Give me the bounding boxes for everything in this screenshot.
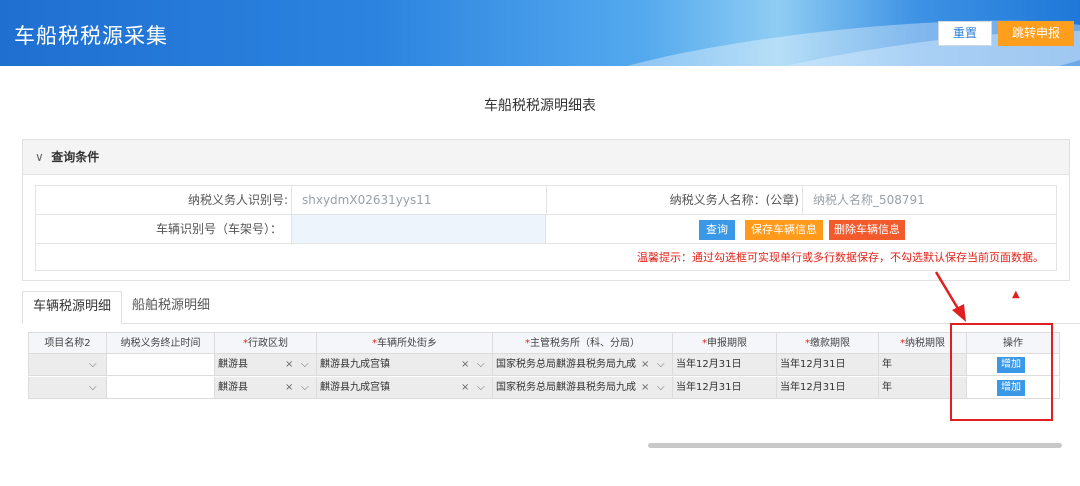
table-row: ⌵ 麒游县 × ⌵ 麒游县九成宫镇 × ⌵ 国家税务总局麒游县税务局九成 × ⌵ 当年12月… [28,377,1060,399]
chevron-down-icon[interactable]: ∨ [35,140,47,175]
chevron-down-icon[interactable]: ⌵ [657,354,665,375]
taxpayer-name-label: 纳税义务人名称：(公章) [669,193,799,207]
clear-icon[interactable]: × [641,354,649,375]
declare-deadline-cell: 当年12月31日 [673,354,777,375]
chevron-down-icon[interactable]: ⌵ [89,354,97,375]
chevron-down-icon[interactable]: ⌵ [89,377,97,398]
tab-vehicle-tax-source[interactable]: 车辆税源明细 [22,291,123,324]
query-row-vin: 车辆识别号（车架号）： 查询 保存车辆信息 删除车辆信息 [35,214,1057,243]
chevron-down-icon[interactable]: ⌵ [657,377,665,398]
end-time-input[interactable] [107,377,215,398]
delete-vehicle-button[interactable]: 删除车辆信息 [829,220,905,240]
header-street: *车辆所处街乡 [317,333,493,354]
horizontal-scrollbar[interactable] [648,443,1062,448]
clear-icon[interactable]: × [461,377,469,398]
region-select[interactable]: 麒游县 × ⌵ [215,354,317,375]
reset-button[interactable]: 重置 [938,21,992,46]
vin-input[interactable] [291,215,546,243]
query-panel-title: 查询条件 [51,150,100,164]
tabs-bar: 车辆税源明细 船舶税源明细 [22,291,1080,324]
table-row: ⌵ 麒游县 × ⌵ 麒游县九成宫镇 × ⌵ 国家税务总局麒游县税务局九成 × ⌵ 当年12月… [28,354,1060,376]
header-tax-office: *主管税务所（科、分局） [493,333,673,354]
query-panel-header[interactable]: ∨ 查询条件 [23,140,1069,175]
pay-deadline-cell: 当年12月31日 [777,377,879,398]
declare-deadline-cell: 当年12月31日 [673,377,777,398]
clear-icon[interactable]: × [285,377,293,398]
tab-ship-tax-source[interactable]: 船舶税源明细 [122,291,220,324]
taxpayer-id-label: 纳税义务人识别号: [187,193,288,207]
project-select[interactable]: ⌵ [29,377,107,398]
taxpayer-name-field[interactable]: 纳税人名称_508791 [803,186,1057,214]
end-time-input[interactable] [107,354,215,375]
pay-deadline-cell: 当年12月31日 [777,354,879,375]
query-button[interactable]: 查询 [699,220,735,240]
header-pay-deadline: *缴款期限 [777,333,879,354]
tax-office-select[interactable]: 国家税务总局麒游县税务局九成 × ⌵ [493,354,673,375]
header-end-time: 纳税义务终止时间 [107,333,215,354]
page-title: 车船税税源明细表 [484,98,596,114]
app-title: 车船税税源采集 [14,24,168,48]
vin-label: 车辆识别号（车架号）： [155,222,282,236]
chevron-down-icon[interactable]: ⌵ [301,354,309,375]
street-select[interactable]: 麒游县九成宫镇 × ⌵ [317,377,493,398]
region-select[interactable]: 麒游县 × ⌵ [215,377,317,398]
annotation-highlight-box [950,323,1053,421]
table-header-row: 项目名称2 纳税义务终止时间 *行政区划 *车辆所处街乡 *主管税务所（科、分局… [28,332,1060,354]
query-row-tip: 温馨提示：通过勾选框可实现单行或多行数据保存，不勾选默认保存当前页面数据。 [35,243,1057,271]
annotation-arrow-icon [934,271,966,322]
taxpayer-id-field[interactable]: shxydmX02631yys11 [292,186,546,214]
chevron-down-icon[interactable]: ⌵ [477,354,485,375]
query-row-taxpayer: 纳税义务人识别号: shxydmX02631yys11 纳税义务人名称：(公章)… [35,185,1057,214]
clear-icon[interactable]: × [641,377,649,398]
header-project-name: 项目名称2 [29,333,107,354]
header-declare-deadline: *申报期限 [673,333,777,354]
street-select[interactable]: 麒游县九成宫镇 × ⌵ [317,354,493,375]
header-region: *行政区划 [215,333,317,354]
query-panel: ∨ 查询条件 纳税义务人识别号: shxydmX02631yys11 纳税义务人… [22,139,1070,281]
chevron-down-icon[interactable]: ⌵ [301,377,309,398]
clear-icon[interactable]: × [461,354,469,375]
sort-up-icon: ▲ [1012,289,1020,300]
page-header: 车船税税源采集 重置 跳转申报 [0,0,1080,66]
project-select[interactable]: ⌵ [29,354,107,375]
save-vehicle-button[interactable]: 保存车辆信息 [745,220,823,240]
tax-office-select[interactable]: 国家税务总局麒游县税务局九成 × ⌵ [493,377,673,398]
chevron-down-icon[interactable]: ⌵ [477,377,485,398]
clear-icon[interactable]: × [285,354,293,375]
jump-to-declare-button[interactable]: 跳转申报 [998,21,1074,46]
